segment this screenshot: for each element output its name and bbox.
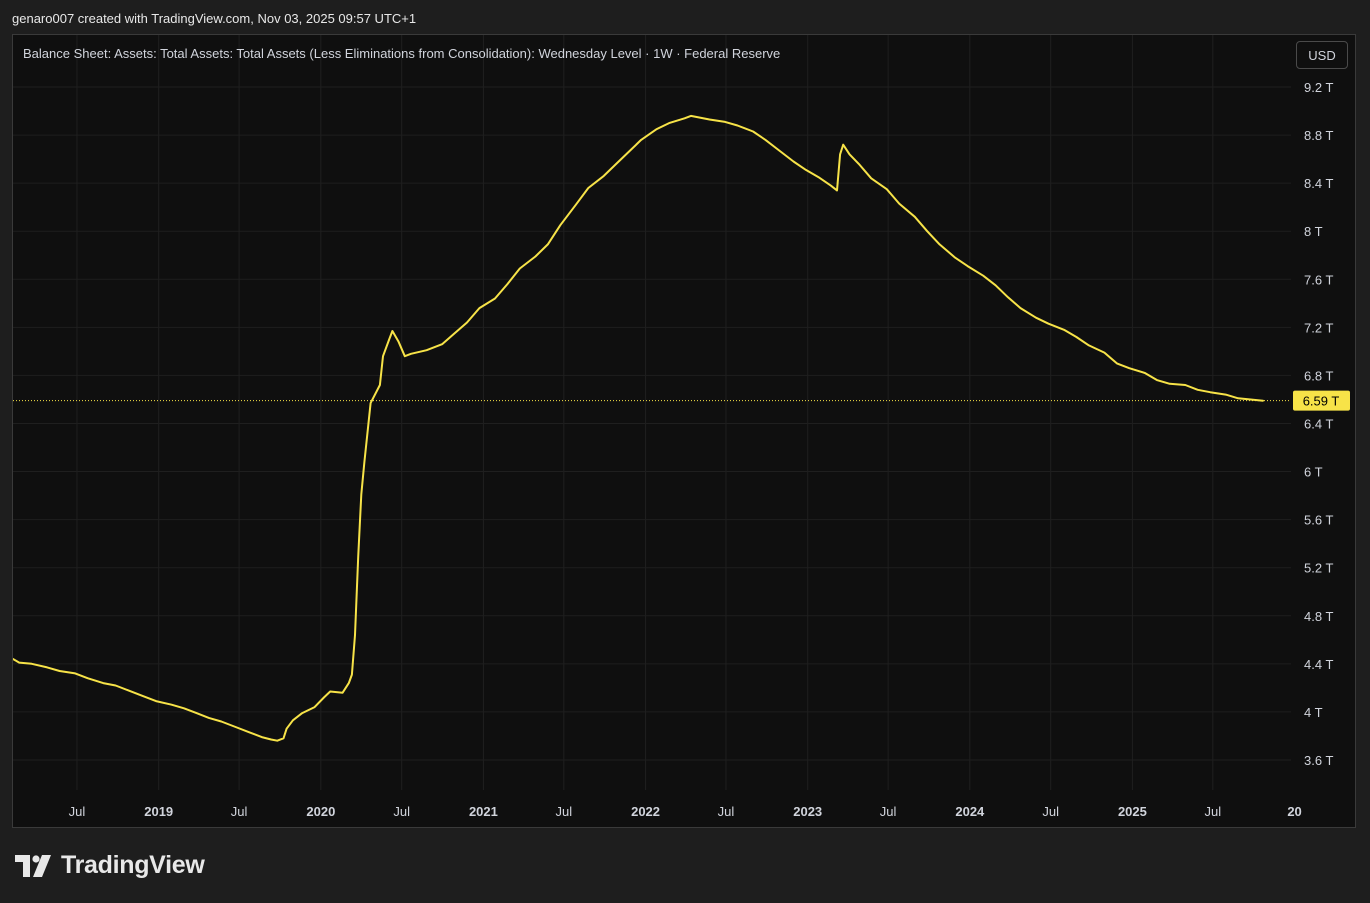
- y-tick-label: 7.6 T: [1304, 272, 1333, 287]
- snapshot-caption: genaro007 created with TradingView.com, …: [12, 11, 417, 26]
- series-title: Balance Sheet: Assets: Total Assets: Tot…: [23, 46, 781, 61]
- currency-button[interactable]: USD: [1296, 41, 1348, 69]
- x-tick-label: Jul: [393, 804, 410, 819]
- brand-name: TradingView: [61, 851, 205, 879]
- x-tick-label: 2023: [793, 804, 822, 819]
- x-tick-label: Jul: [556, 804, 573, 819]
- y-tick-label: 5.2 T: [1304, 561, 1333, 576]
- tradingview-logo-icon: [15, 854, 51, 877]
- x-tick-label: 20: [1287, 804, 1301, 819]
- y-tick-label: 4 T: [1304, 705, 1323, 720]
- x-tick-label: Jul: [231, 804, 248, 819]
- last-value-label: 6.59 T: [1303, 394, 1340, 409]
- y-tick-label: 3.6 T: [1304, 753, 1333, 768]
- y-tick-label: 9.2 T: [1304, 80, 1333, 95]
- x-tick-label: 2024: [955, 804, 985, 819]
- y-tick-label: 5.6 T: [1304, 513, 1333, 528]
- y-tick-label: 4.4 T: [1304, 657, 1333, 672]
- x-tick-label: Jul: [718, 804, 735, 819]
- page: genaro007 created with TradingView.com, …: [0, 0, 1370, 903]
- x-tick-label: Jul: [1205, 804, 1222, 819]
- y-tick-label: 8.4 T: [1304, 176, 1333, 191]
- x-tick-label: Jul: [69, 804, 86, 819]
- x-tick-label: 2022: [631, 804, 660, 819]
- y-tick-label: 6 T: [1304, 465, 1323, 480]
- x-tick-label: 2020: [306, 804, 335, 819]
- x-tick-label: 2019: [144, 804, 173, 819]
- y-tick-label: 6.8 T: [1304, 368, 1333, 383]
- y-tick-label: 6.4 T: [1304, 416, 1333, 431]
- x-tick-label: 2021: [469, 804, 498, 819]
- x-tick-label: Jul: [1042, 804, 1059, 819]
- y-tick-label: 7.2 T: [1304, 320, 1333, 335]
- series-line: [13, 114, 1264, 742]
- chart-canvas[interactable]: 3.6 T 4 T 4.4 T 4.8 T 5.2 T 5.6 T 6 T 6.4 T 6.8 …: [13, 35, 1355, 827]
- x-tick-label: 2025: [1118, 804, 1147, 819]
- chart-pane[interactable]: 3.6 T 4 T 4.4 T 4.8 T 5.2 T 5.6 T 6 T 6.4 T 6.8 …: [12, 34, 1356, 828]
- brand[interactable]: TradingView: [15, 851, 205, 880]
- y-tick-label: 8.8 T: [1304, 128, 1333, 143]
- y-tick-label: 4.8 T: [1304, 609, 1333, 624]
- x-tick-label: Jul: [880, 804, 897, 819]
- y-tick-label: 8 T: [1304, 224, 1323, 239]
